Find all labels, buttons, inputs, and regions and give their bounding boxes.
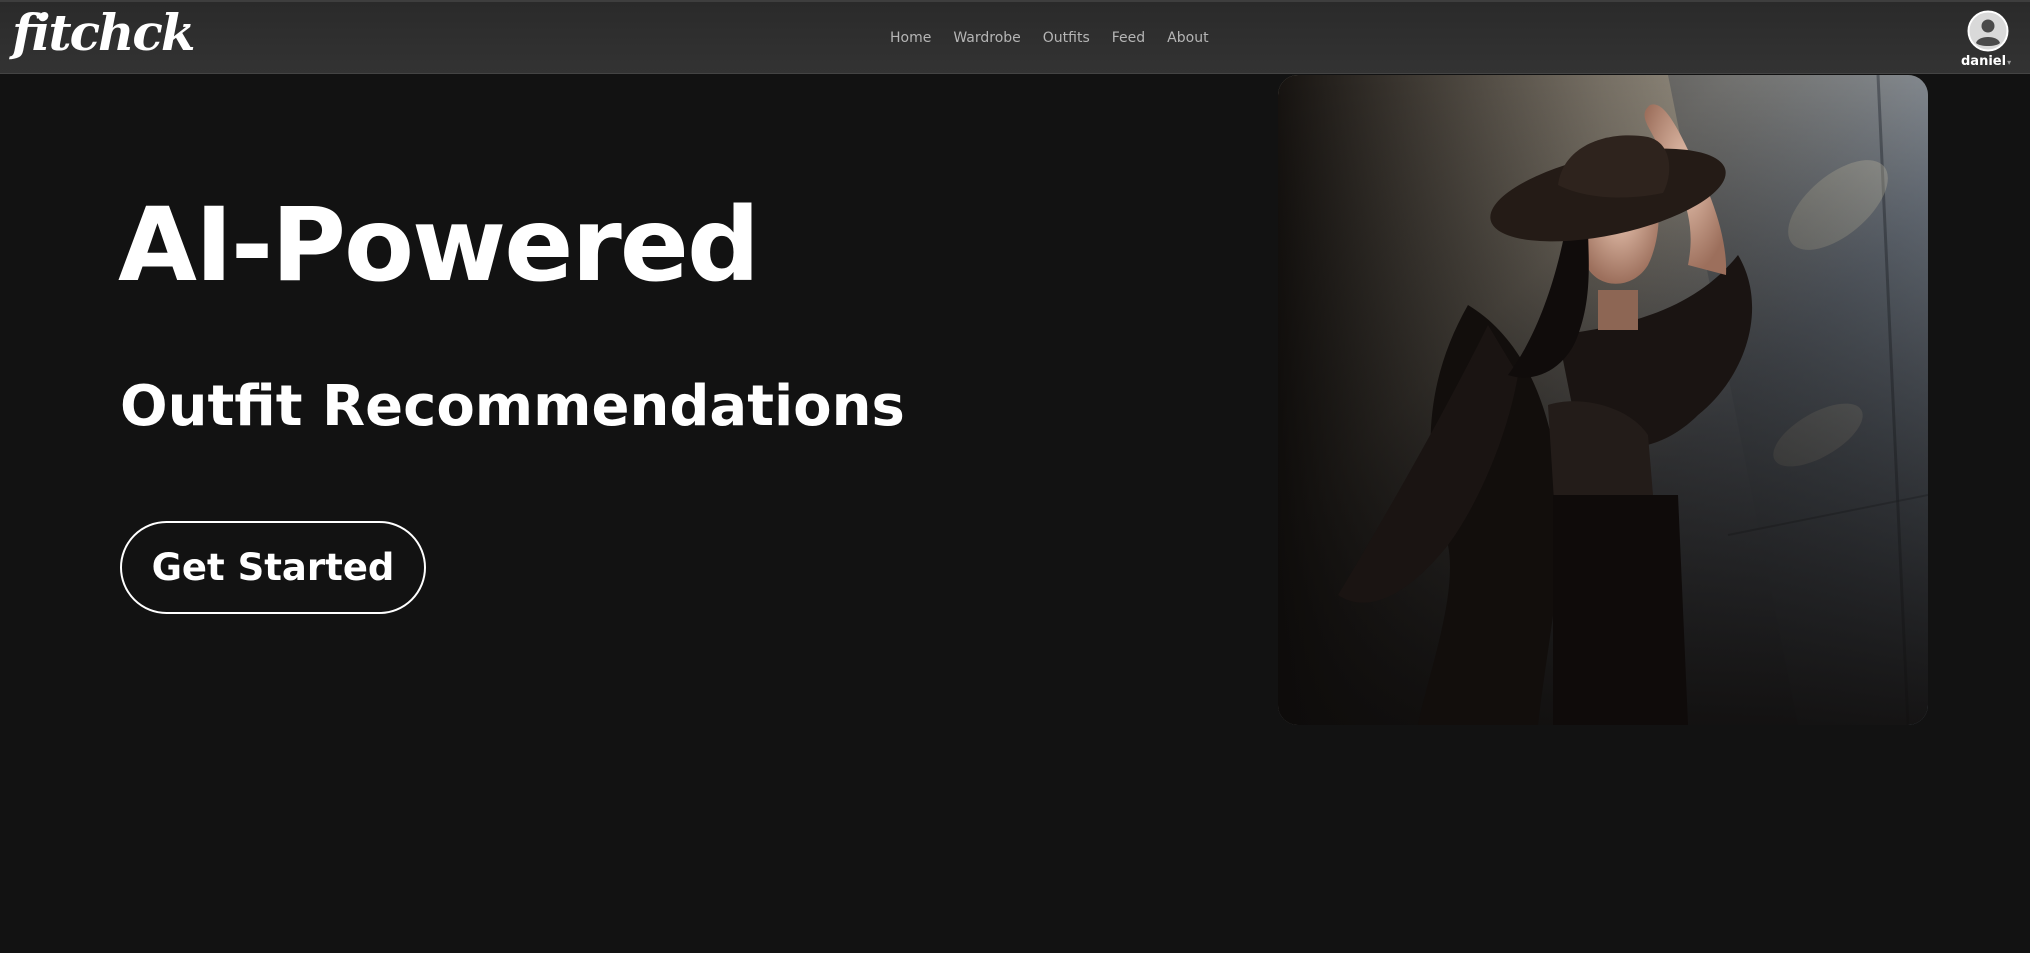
user-menu[interactable]: daniel▾: [1958, 10, 2018, 72]
caret-down-icon: ▾: [2007, 58, 2012, 67]
nav-link-wardrobe[interactable]: Wardrobe: [953, 30, 1020, 46]
user-avatar-icon[interactable]: [1967, 10, 2009, 52]
user-name: daniel: [1961, 54, 2007, 69]
nav-link-feed[interactable]: Feed: [1112, 30, 1145, 46]
user-name-label[interactable]: daniel▾: [1961, 54, 2011, 69]
get-started-button[interactable]: Get Started: [120, 521, 426, 614]
main-nav: Home Wardrobe Outfits Feed About: [890, 30, 1209, 46]
fashion-model-photo: [1278, 75, 1928, 725]
nav-link-about[interactable]: About: [1167, 30, 1208, 46]
hero-title: AI-Powered: [118, 186, 760, 305]
nav-link-home[interactable]: Home: [890, 30, 931, 46]
brand-logo[interactable]: fitchck: [12, 2, 195, 64]
hero-subtitle: Outfit Recommendations: [120, 374, 905, 439]
hero-image: [1278, 75, 1928, 725]
top-navbar: fitchck Home Wardrobe Outfits Feed About…: [0, 0, 2030, 74]
nav-link-outfits[interactable]: Outfits: [1043, 30, 1090, 46]
